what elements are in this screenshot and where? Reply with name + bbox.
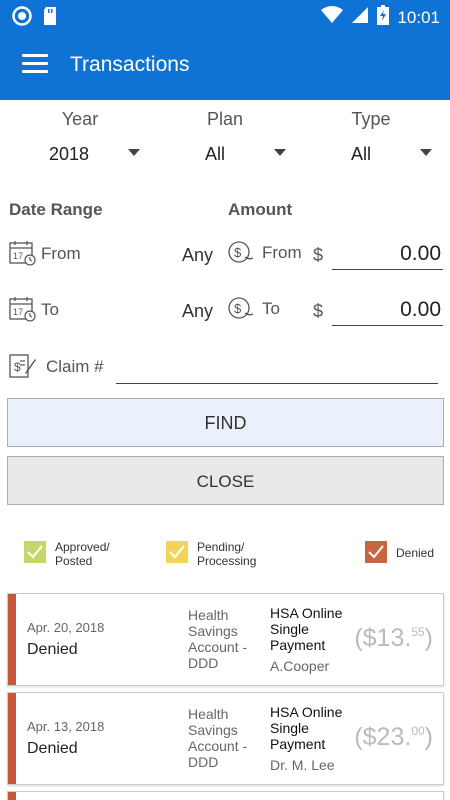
chevron-down-icon (128, 149, 140, 156)
transaction-status: Denied (27, 641, 78, 658)
signal-icon (351, 6, 369, 29)
status-stripe (8, 792, 16, 800)
transaction-card[interactable] (7, 791, 444, 800)
amount-from-label: From (262, 243, 302, 262)
status-stripe (8, 693, 16, 784)
hamburger-menu-icon[interactable] (22, 54, 48, 76)
legend-pending-line1: Pending/ (197, 540, 245, 554)
svg-text:17: 17 (13, 307, 23, 317)
receipt-icon: $ (9, 353, 37, 379)
clock-time: 10:01 (397, 7, 440, 27)
page-title: Transactions (70, 53, 190, 76)
transaction-amount: ($13.55) (354, 624, 433, 653)
claim-label: Claim # (46, 357, 104, 376)
transaction-account: Health Savings Account - DDD (188, 607, 268, 671)
amount-close: ) (424, 624, 433, 652)
close-button[interactable]: CLOSE (7, 456, 444, 505)
account-line: Savings (188, 623, 238, 639)
money-icon: $ (227, 296, 255, 322)
amount-close: ) (424, 723, 433, 751)
account-line: Savings (188, 722, 238, 738)
description-line: Single (270, 720, 309, 736)
type-value: All (351, 144, 372, 164)
svg-text:$: $ (14, 360, 21, 374)
plan-value: All (205, 144, 226, 164)
type-dropdown[interactable]: All (351, 140, 441, 168)
amount-main: ($13. (354, 624, 412, 652)
legend-approved-line2: Posted (55, 554, 93, 568)
account-line: Account - (188, 738, 248, 754)
transaction-account: Health Savings Account - DDD (188, 706, 268, 770)
amount-to-currency: $ (313, 301, 324, 321)
transaction-payer: Dr. M. Lee (270, 757, 335, 773)
year-dropdown[interactable]: 2018 (49, 140, 144, 168)
wifi-icon (321, 6, 344, 29)
date-to-label: To (41, 300, 59, 319)
date-range-heading: Date Range (9, 200, 103, 219)
checkbox-checked-icon (24, 541, 46, 563)
amount-cents: 00 (411, 724, 425, 738)
checkbox-checked-icon (166, 541, 188, 563)
year-value: 2018 (49, 144, 90, 164)
status-bar: 10:01 (0, 0, 450, 32)
account-line: DDD (188, 655, 219, 671)
notification-circle-icon (12, 6, 32, 31)
amount-to-input[interactable]: 0.00 (332, 294, 443, 326)
chevron-down-icon (274, 149, 286, 156)
transaction-card[interactable]: Apr. 20, 2018 Denied Health Savings Acco… (7, 593, 444, 686)
description-line: Single (270, 621, 309, 637)
date-to-field[interactable]: Any (182, 301, 213, 322)
date-from-label: From (41, 244, 81, 263)
description-line: Payment (270, 736, 326, 752)
sd-card-icon (42, 6, 58, 31)
find-button[interactable]: FIND (7, 398, 444, 447)
transaction-description: HSA Online Single Payment (270, 605, 360, 653)
calendar-to-icon[interactable]: 17 (9, 296, 37, 322)
plan-dropdown[interactable]: All (205, 140, 295, 168)
claim-input[interactable] (116, 382, 438, 384)
legend-pending-line2: Processing (197, 554, 257, 568)
status-stripe (8, 594, 16, 685)
amount-cents: 55 (411, 625, 425, 639)
legend-denied-label: Denied (396, 546, 435, 560)
svg-text:$: $ (234, 245, 242, 260)
account-line: Health (188, 706, 229, 722)
description-line: HSA Online (270, 605, 343, 621)
type-label: Type (351, 109, 391, 129)
year-label: Year (61, 109, 99, 129)
checkbox-checked-icon (365, 541, 387, 563)
transaction-card[interactable]: Apr. 13, 2018 Denied Health Savings Acco… (7, 692, 444, 785)
app-bar: Transactions (0, 32, 450, 100)
amount-from-currency: $ (313, 245, 324, 265)
svg-text:17: 17 (13, 251, 23, 261)
calendar-from-icon[interactable]: 17 (9, 240, 37, 266)
svg-text:$: $ (234, 301, 242, 316)
legend-approved-line1: Approved/ (55, 540, 110, 554)
transaction-status: Denied (27, 740, 78, 757)
account-line: DDD (188, 754, 219, 770)
account-line: Health (188, 607, 229, 623)
transaction-payer: A.Cooper (270, 658, 330, 674)
amount-from-input[interactable]: 0.00 (332, 238, 443, 270)
date-from-field[interactable]: Any (182, 245, 213, 266)
transaction-description: HSA Online Single Payment (270, 704, 360, 752)
battery-icon (377, 5, 390, 30)
transaction-amount: ($23.00) (354, 723, 433, 752)
transaction-date: Apr. 13, 2018 (27, 719, 105, 734)
plan-label: Plan (206, 109, 244, 129)
description-line: HSA Online (270, 704, 343, 720)
description-line: Payment (270, 637, 326, 653)
amount-main: ($23. (354, 723, 412, 751)
chevron-down-icon (420, 149, 432, 156)
transaction-date: Apr. 20, 2018 (27, 620, 105, 635)
amount-heading: Amount (228, 200, 293, 219)
money-icon: $ (227, 240, 255, 266)
account-line: Account - (188, 639, 248, 655)
amount-to-label: To (262, 299, 280, 318)
